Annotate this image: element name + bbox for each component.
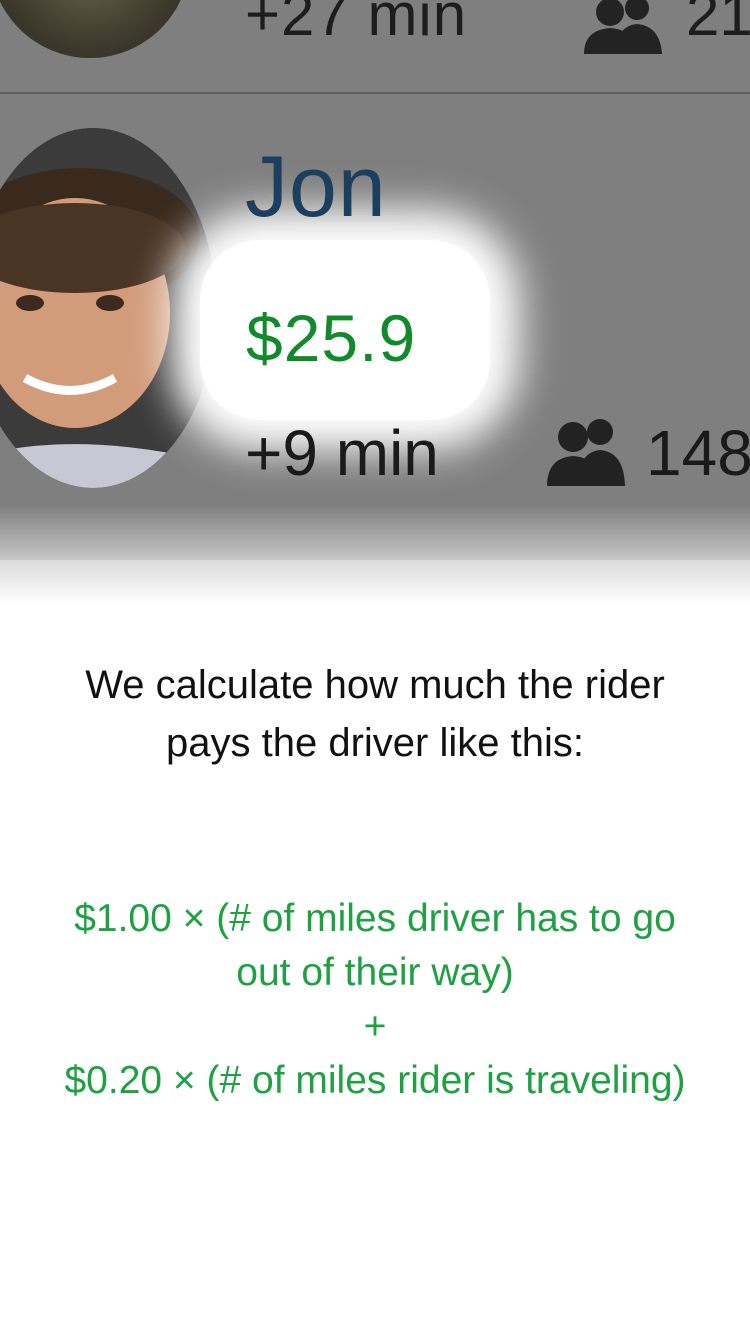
rider-price: $25.9	[246, 301, 417, 375]
rider-name: Jon	[245, 139, 387, 235]
formula-line-rider-distance: $0.20 × (# of miles rider is traveling)	[64, 1059, 686, 1102]
people-icon	[582, 0, 664, 59]
previous-rider-rating-count: 21	[686, 0, 750, 48]
rider-time-detour: +9 min	[245, 417, 439, 489]
formula-plus: +	[363, 1005, 387, 1048]
rider-avatar	[0, 128, 216, 488]
formula-line-driver-detour: $1.00 × (# of miles driver has to go out…	[74, 897, 676, 994]
intro-text: We calculate how much the rider pays the…	[85, 663, 665, 765]
rider-rating-count: 148	[646, 417, 750, 489]
row-divider	[0, 92, 750, 94]
fade-overlay	[0, 505, 750, 605]
previous-rider-time-detour: +27 min	[245, 0, 468, 48]
people-icon	[545, 416, 627, 491]
onboarding-explanation: We calculate how much the rider pays the…	[0, 656, 750, 1108]
pricing-formula: $1.00 × (# of miles driver has to go out…	[55, 892, 695, 1108]
previous-rider-avatar	[0, 0, 190, 58]
dimmed-rider-list: +27 min 21 Jon $25.9 +9 min 148	[0, 0, 750, 560]
